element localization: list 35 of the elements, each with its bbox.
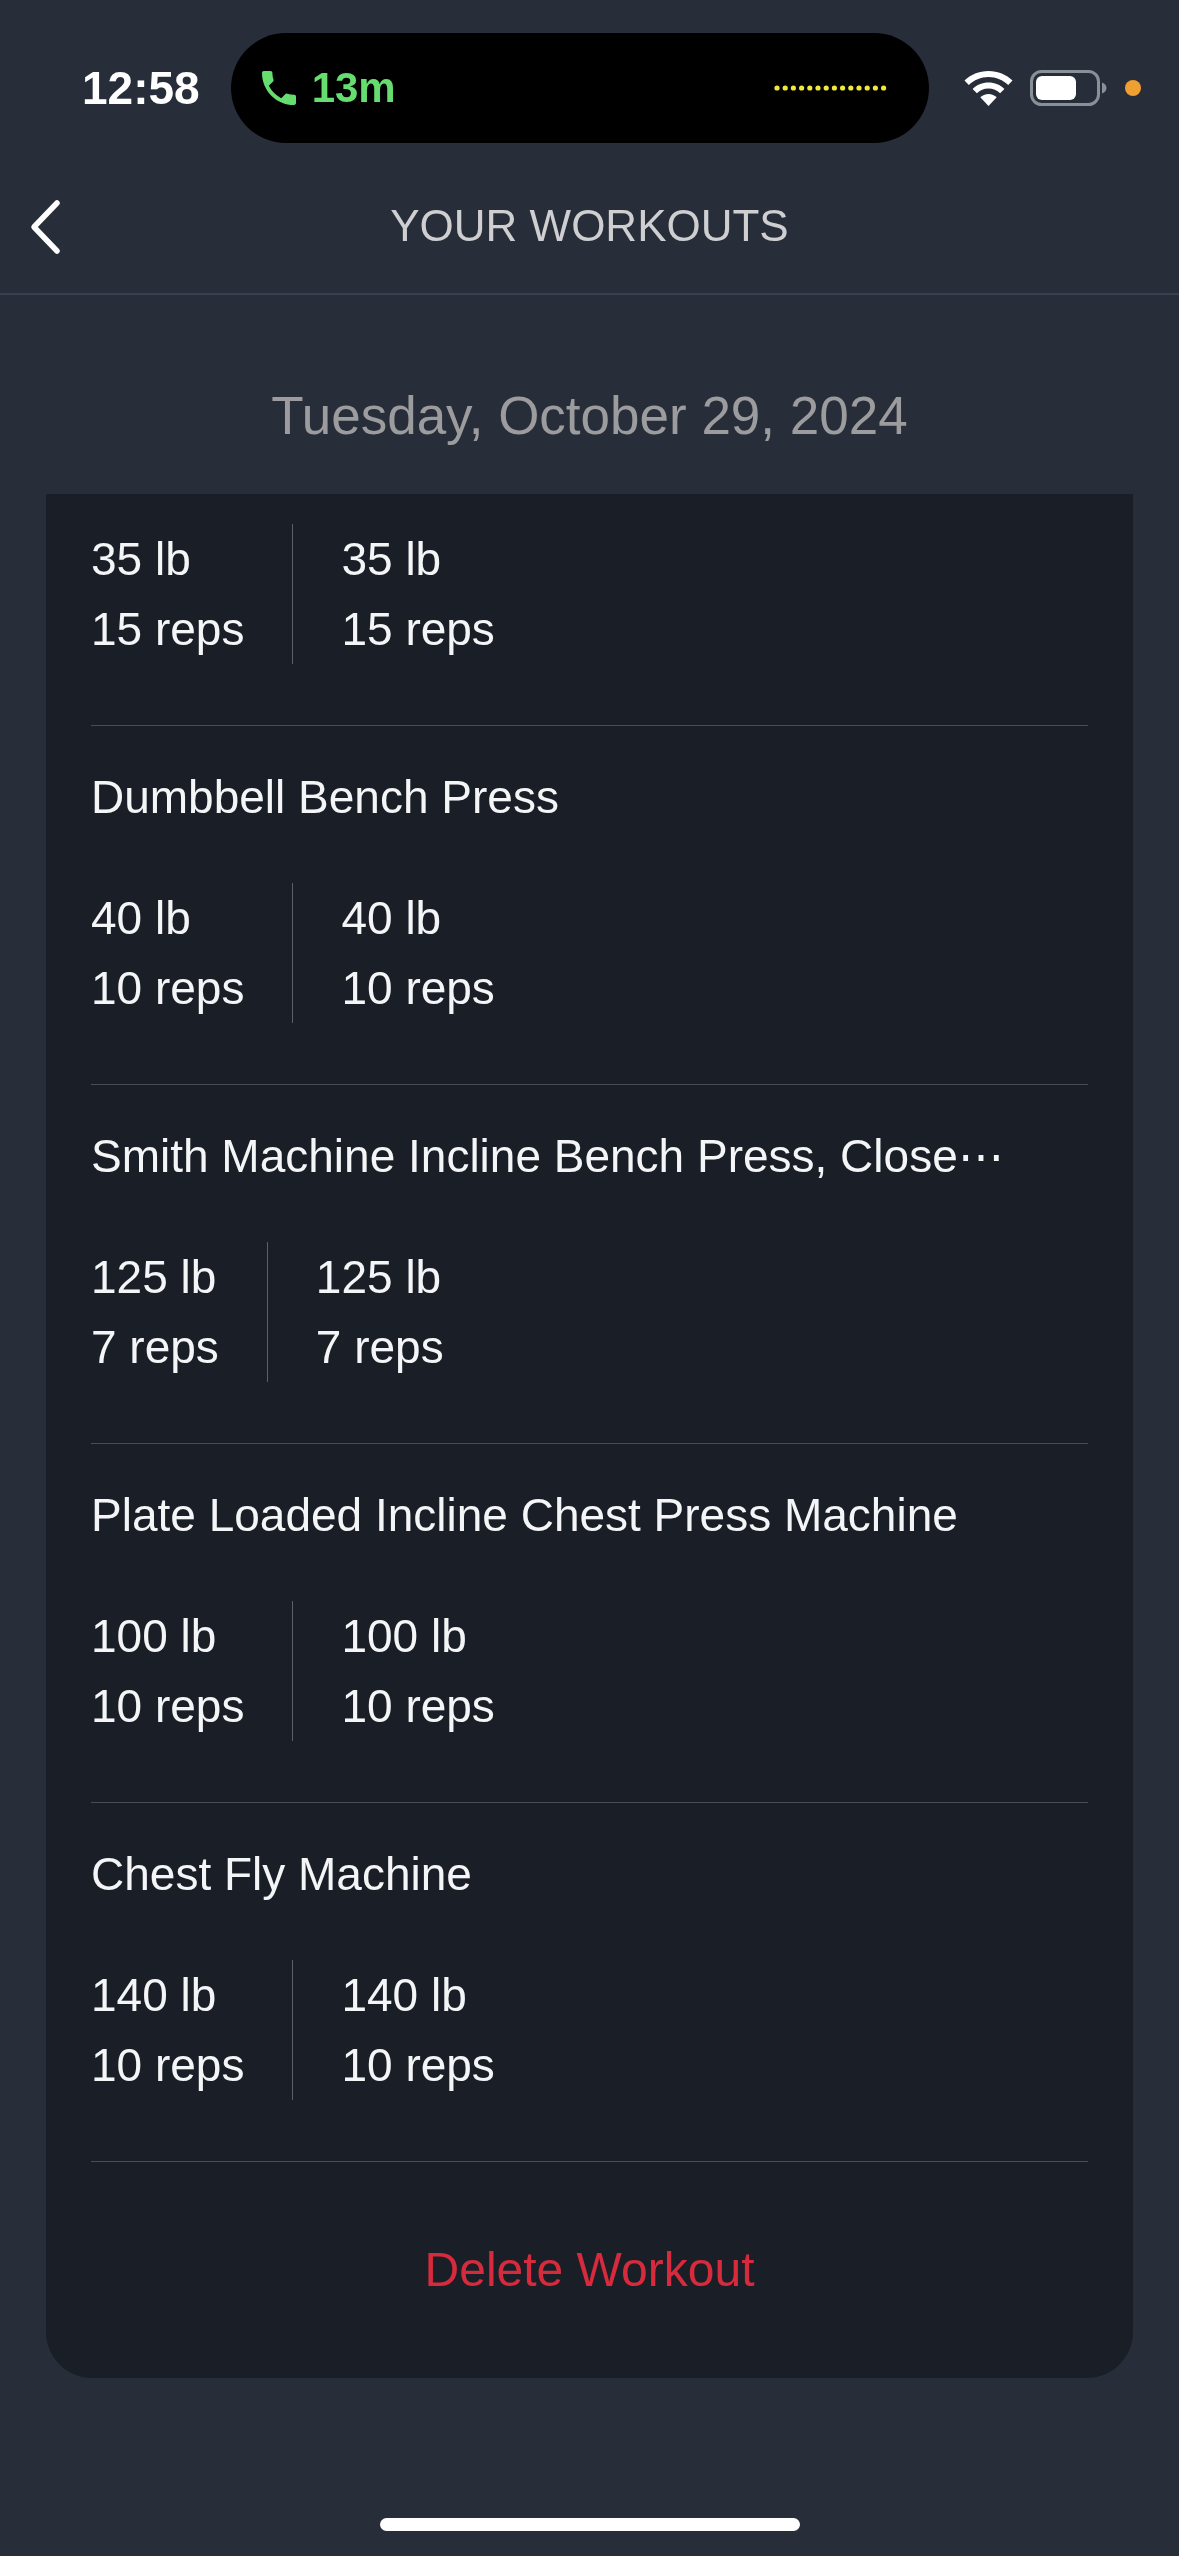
exercise-name: Smith Machine Incline Bench Press, Close⋯ xyxy=(91,1129,1005,1184)
set-reps: 10 reps xyxy=(91,1680,245,1732)
back-icon xyxy=(29,198,61,255)
set-reps: 7 reps xyxy=(315,1321,444,1373)
battery-icon xyxy=(1029,70,1108,106)
page-title: YOUR WORKOUTS xyxy=(390,200,789,253)
set-reps: 10 reps xyxy=(341,1680,495,1732)
workout-date: Tuesday, October 29, 2024 xyxy=(271,385,908,447)
set-weight: 100 lb xyxy=(91,1610,217,1662)
status-time: 12:58 xyxy=(82,62,200,114)
set-reps: 10 reps xyxy=(341,962,495,1014)
exercise-name: Dumbbell Bench Press xyxy=(91,770,560,825)
exercise-name: Plate Loaded Incline Chest Press Machine xyxy=(91,1488,959,1543)
set-weight: 125 lb xyxy=(315,1251,442,1303)
set-weight: 35 lb xyxy=(91,533,191,585)
set-reps: 15 reps xyxy=(341,603,495,655)
exercise-name: Chest Fly Machine xyxy=(91,1847,473,1902)
phone-icon xyxy=(261,68,296,108)
back-button[interactable] xyxy=(29,198,61,255)
set-weight: 35 lb xyxy=(341,533,442,585)
set-weight: 100 lb xyxy=(341,1610,467,1662)
set-weight: 140 lb xyxy=(91,1969,217,2021)
set-reps: 7 reps xyxy=(91,1321,219,1373)
set-reps: 10 reps xyxy=(341,2039,495,2091)
set-weight: 140 lb xyxy=(341,1969,467,2021)
wifi-icon xyxy=(963,70,1013,106)
delete-workout-button[interactable]: Delete Workout xyxy=(424,2241,755,2299)
set-reps: 10 reps xyxy=(91,2039,245,2091)
set-weight: 40 lb xyxy=(341,892,442,944)
set-reps: 10 reps xyxy=(91,962,245,1014)
call-duration: 13m xyxy=(311,64,396,112)
set-reps: 15 reps xyxy=(91,603,245,655)
set-weight: 125 lb xyxy=(91,1251,217,1303)
status-dot-icon xyxy=(1124,80,1141,96)
set-weight: 40 lb xyxy=(91,892,191,944)
